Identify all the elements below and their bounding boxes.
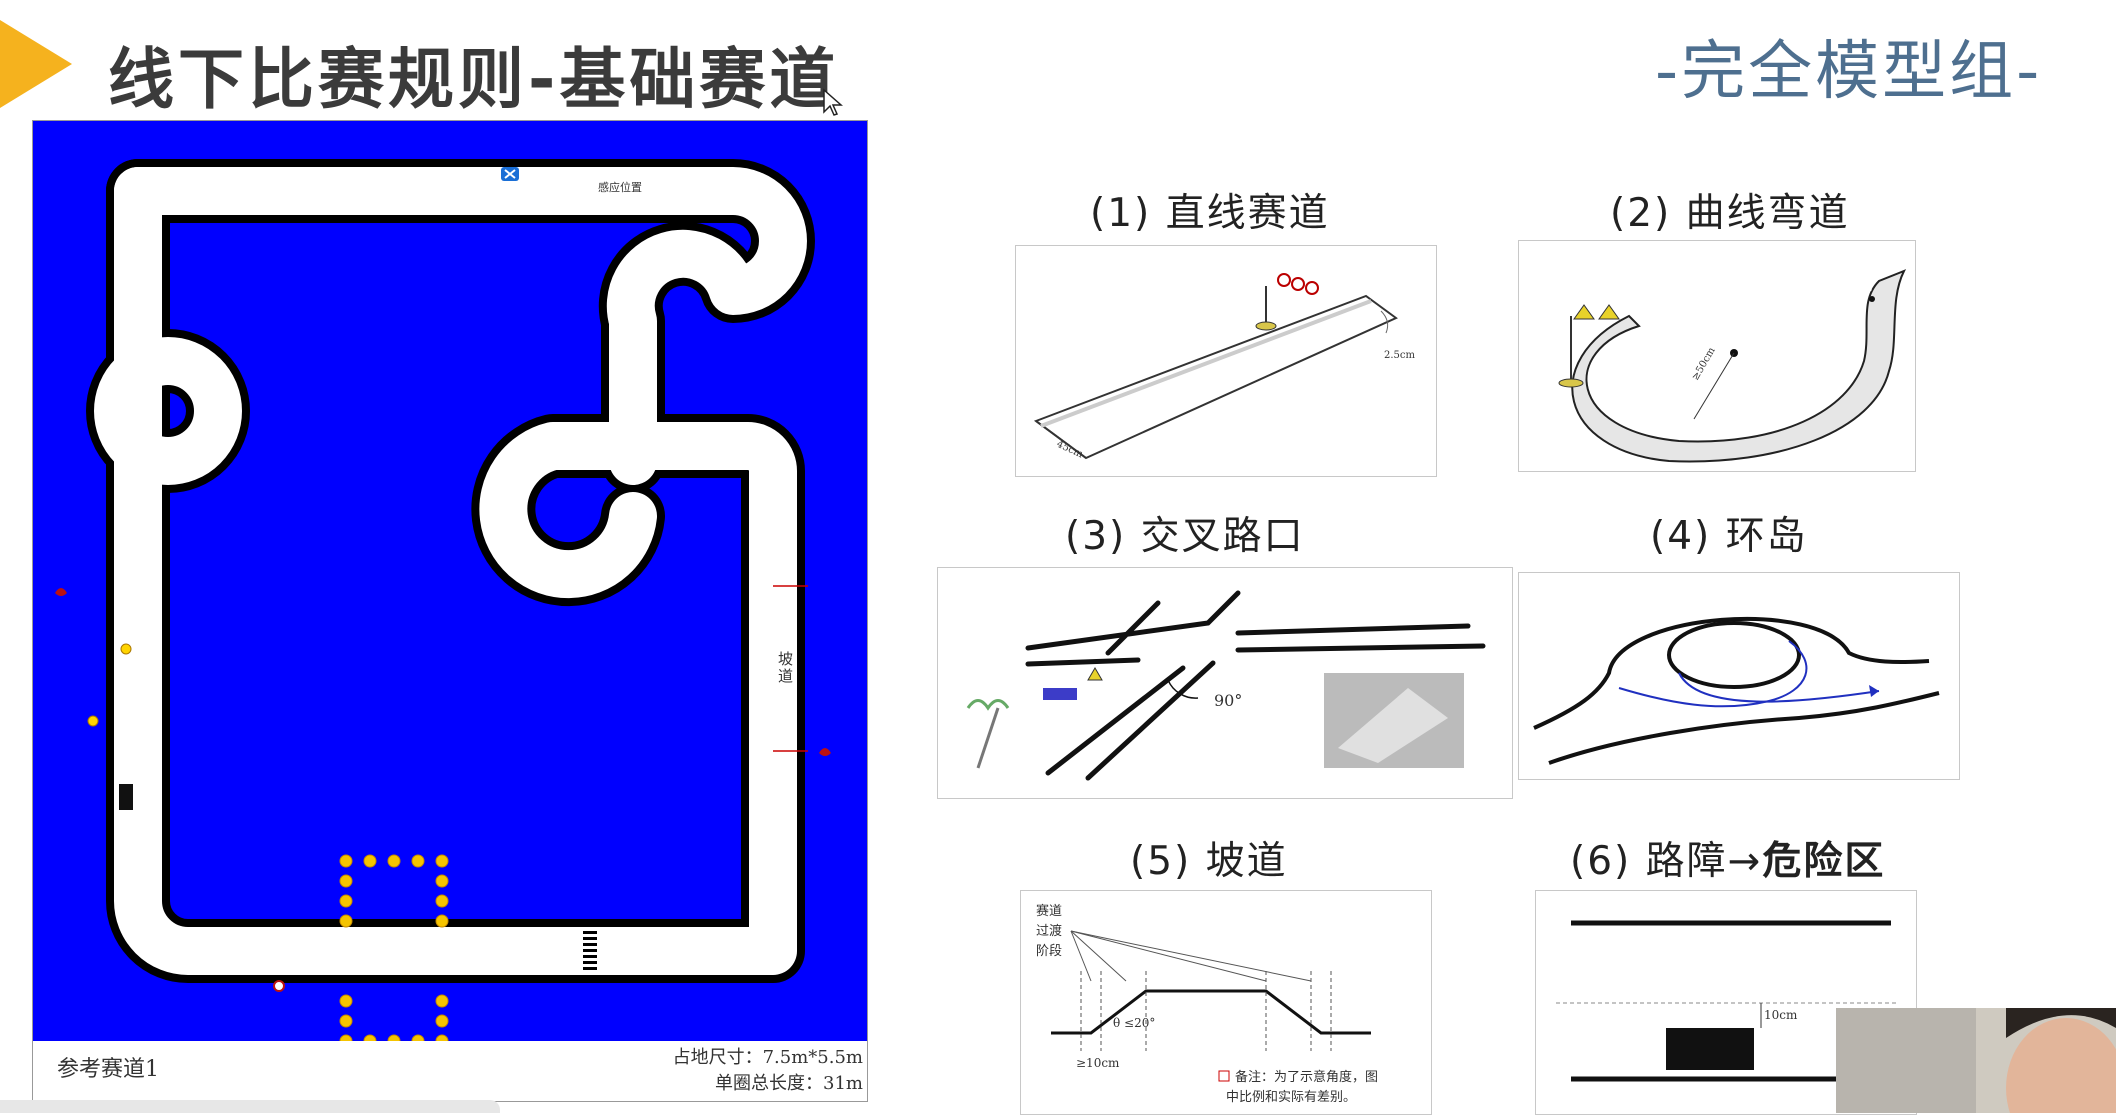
player-toolbar[interactable] bbox=[0, 1100, 500, 1113]
svg-text:中比例和实际有差别。: 中比例和实际有差别。 bbox=[1226, 1090, 1356, 1105]
svg-text:2.5cm: 2.5cm bbox=[1384, 350, 1416, 361]
svg-text:≥10cm: ≥10cm bbox=[1076, 1056, 1120, 1070]
section-title-obstacle: (6) 路障→危险区 bbox=[1570, 839, 1886, 884]
svg-text:赛道: 赛道 bbox=[1036, 903, 1062, 919]
svg-text:过渡: 过渡 bbox=[1036, 923, 1062, 939]
title-arrow-icon bbox=[0, 20, 72, 108]
roundabout-illustration bbox=[1518, 572, 1960, 780]
section-title-roundabout: (4) 环岛 bbox=[1650, 514, 1808, 559]
sense-position-label: 感应位置 bbox=[598, 181, 642, 194]
straight-track-illustration: 2.5cm 45cm bbox=[1015, 245, 1437, 477]
svg-text:10cm: 10cm bbox=[1764, 1008, 1798, 1022]
track-map: 感应位置 坡道 参考赛道1 占地尺寸：7.5m*5.5m 单圈总长度：31m bbox=[32, 120, 868, 1102]
curve-track-illustration: ≥50cm bbox=[1518, 240, 1916, 472]
track-name: 参考赛道1 bbox=[57, 1057, 159, 1082]
svg-text:阶段: 阶段 bbox=[1036, 944, 1062, 959]
mouse-cursor-icon bbox=[823, 88, 843, 116]
section-title-ramp: (5) 坡道 bbox=[1130, 839, 1288, 884]
svg-text:备注：为了示意角度，图: 备注：为了示意角度，图 bbox=[1235, 1069, 1378, 1085]
section-title-straight: (1) 直线赛道 bbox=[1090, 191, 1330, 236]
ramp-illustration: 赛道 过渡 阶段 θ ≤20° ≥10cm 备注：为了示意角度，图 中比例和实际… bbox=[1020, 890, 1432, 1115]
ramp-label: 坡道 bbox=[776, 651, 794, 685]
webcam-video bbox=[1836, 1008, 2116, 1113]
track-length: 单圈总长度：31m bbox=[715, 1073, 863, 1094]
svg-text:θ ≤20°: θ ≤20° bbox=[1113, 1016, 1155, 1030]
svg-text:≥50cm: ≥50cm bbox=[1690, 345, 1718, 382]
section-title-curve: (2) 曲线弯道 bbox=[1610, 191, 1850, 236]
crossroad-illustration: 90° bbox=[937, 567, 1513, 799]
section-title-crossroad: (3) 交叉路口 bbox=[1065, 514, 1305, 559]
svg-text:90°: 90° bbox=[1214, 691, 1242, 710]
track-size: 占地尺寸：7.5m*5.5m bbox=[672, 1047, 863, 1068]
group-label: -完全模型组- bbox=[1655, 35, 2043, 109]
track-diagram bbox=[33, 121, 867, 1041]
page-title: 线下比赛规则-基础赛道 bbox=[108, 41, 840, 118]
